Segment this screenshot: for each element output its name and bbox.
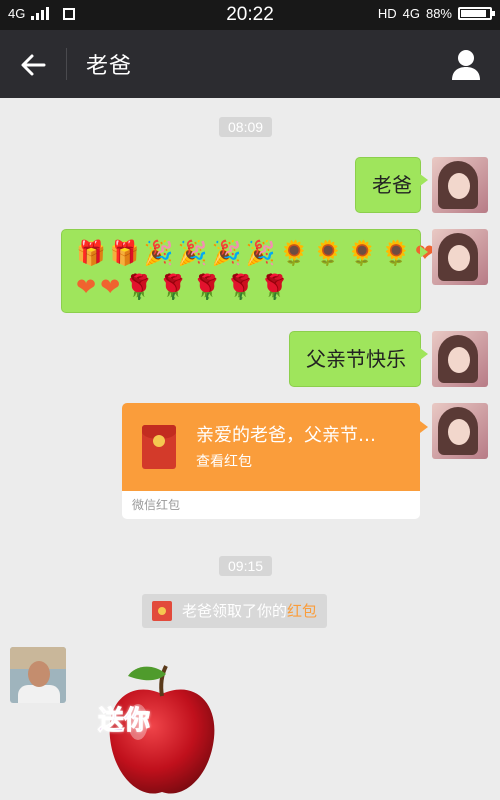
emoji-row-1: 🎁 🎁 🎉 🎉 🎉 🎉 🌻 🌻 🌻 🌻 ❤ <box>76 239 435 267</box>
red-packet-footer: 微信红包 <box>122 491 420 519</box>
timestamp-0809: 08:09 <box>219 117 273 137</box>
sticker-caption: 送你 <box>97 706 151 737</box>
system-note-text: 老爸领取了你的 <box>182 602 288 620</box>
red-packet-small-icon <box>152 601 172 621</box>
message-text: 父亲节快乐 <box>306 347 406 371</box>
emoji-5: 🌹 <box>225 273 256 301</box>
emoji-5: 🎉 <box>245 239 276 267</box>
chat-title: 老爸 <box>86 54 133 79</box>
system-note-link[interactable]: 红包 <box>287 602 317 620</box>
red-packet-view-label: 查看红包 <box>196 454 252 470</box>
status-bar: 4G 20:22 HD 4G 88% <box>0 0 500 30</box>
message-bubble-emoji[interactable]: 🎁 🎁 🎉 🎉 🎉 🎉 🌻 🌻 🌻 🌻 ❤ ❤ ❤ 🌹 🌹 🌹 🌹 🌹 <box>61 229 435 313</box>
emoji-3: 🌹 <box>158 273 188 301</box>
my-avatar[interactable] <box>432 331 488 387</box>
battery-percent: 88% <box>425 6 452 21</box>
message-bubble-fathers-day[interactable]: 父亲节快乐 <box>289 331 428 387</box>
back-arrow-icon[interactable] <box>18 50 48 80</box>
network-right-label: 4G <box>402 6 420 21</box>
red-packet-message[interactable]: 亲爱的老爸，父亲节… 查看红包 微信红包 <box>122 403 428 519</box>
red-packet-body: 亲爱的老爸，父亲节… 查看红包 <box>122 403 428 491</box>
contact-profile-icon[interactable] <box>450 48 482 80</box>
message-text: 老爸 <box>372 173 412 197</box>
emoji-0: 🎁 <box>76 239 106 267</box>
my-avatar[interactable] <box>432 157 488 213</box>
timestamp-0915: 09:15 <box>219 556 273 576</box>
message-bubble-dad[interactable]: 老爸 <box>355 157 428 213</box>
chat-header: 老爸 <box>0 30 500 98</box>
red-packet-greeting: 亲爱的老爸，父亲节… <box>196 425 376 446</box>
hd-label: HD <box>377 6 397 21</box>
my-avatar[interactable] <box>432 403 488 459</box>
emoji-6: 🌻 <box>279 239 310 267</box>
emoji-8: 🌻 <box>347 239 378 267</box>
emoji-7: 🌻 <box>313 239 344 267</box>
emoji-4: 🎉 <box>211 239 242 267</box>
battery-icon <box>458 7 495 20</box>
system-notification: 老爸领取了你的红包 <box>142 594 328 628</box>
emoji-6: 🌹 <box>259 273 290 301</box>
emoji-1: 🎁 <box>109 239 140 267</box>
emoji-3: 🎉 <box>177 239 208 267</box>
battery-fill <box>461 10 486 17</box>
header-divider <box>66 48 67 80</box>
emoji-0: ❤ <box>76 273 97 301</box>
emoji-4: 🌹 <box>192 273 222 301</box>
contact-avatar[interactable] <box>10 647 66 703</box>
emoji-row-2: ❤ ❤ 🌹 🌹 🌹 🌹 🌹 <box>76 274 406 300</box>
emoji-2: 🎉 <box>143 239 174 267</box>
emoji-2: 🌹 <box>124 273 155 301</box>
red-packet-icon <box>142 425 176 469</box>
emoji-9: 🌻 <box>381 239 411 267</box>
my-avatar[interactable] <box>432 229 488 285</box>
emoji-1: ❤ <box>100 273 121 301</box>
